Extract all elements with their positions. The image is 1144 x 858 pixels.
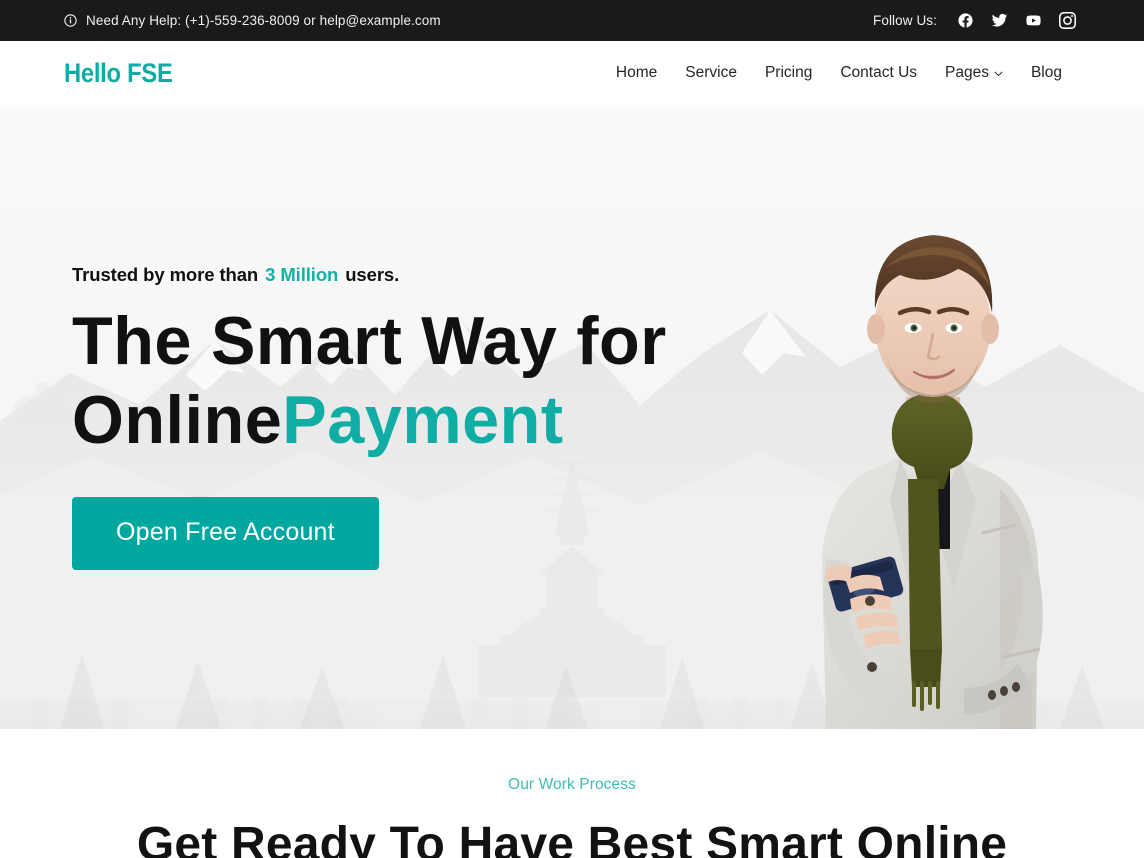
work-process-section: Our Work Process Get Ready To Have Best … bbox=[0, 729, 1144, 858]
nav-label: Blog bbox=[1030, 64, 1062, 81]
twitter-icon[interactable] bbox=[991, 12, 1008, 29]
help-contact: Need Any Help: (+1)-559-236-8009 or help… bbox=[64, 13, 441, 28]
hero-section: Trusted by more than 3 Million users. The … bbox=[0, 105, 1144, 729]
hero-content: Trusted by more than 3 Million users. The … bbox=[0, 105, 1144, 729]
nav-item-pricing[interactable]: Pricing bbox=[751, 58, 826, 88]
top-bar: Need Any Help: (+1)-559-236-8009 or help… bbox=[0, 0, 1144, 41]
hero-eyebrow-before: Trusted by more than bbox=[72, 264, 259, 285]
facebook-icon[interactable] bbox=[957, 12, 974, 29]
hero-headline-line2: OnlinePayment bbox=[72, 381, 1123, 460]
hero-headline: The Smart Way for OnlinePayment bbox=[72, 302, 1123, 460]
nav-label: Service bbox=[685, 64, 737, 81]
instagram-icon[interactable] bbox=[1059, 12, 1076, 29]
nav-label: Home bbox=[615, 64, 658, 81]
follow-us-group: Follow Us: bbox=[873, 12, 1076, 29]
hero-eyebrow-after: users. bbox=[345, 264, 400, 285]
open-free-account-button[interactable]: Open Free Account bbox=[72, 497, 379, 570]
nav-item-blog[interactable]: Blog bbox=[1017, 58, 1076, 88]
main-navigation: Home Service Pricing Contact Us Pages Bl… bbox=[602, 58, 1076, 88]
hero-eyebrow-accent: 3 Million bbox=[265, 264, 339, 285]
process-title: Get Ready To Have Best Smart Online bbox=[136, 818, 1008, 858]
site-header: Hello FSE Home Service Pricing Contact U… bbox=[0, 41, 1144, 105]
nav-item-pages[interactable]: Pages bbox=[931, 58, 1017, 88]
hero-headline-plain: Online bbox=[72, 382, 283, 458]
hero-headline-line1: The Smart Way for bbox=[72, 303, 667, 379]
hero-eyebrow: Trusted by more than 3 Million users. bbox=[72, 264, 1144, 286]
nav-item-service[interactable]: Service bbox=[671, 58, 751, 88]
follow-us-label: Follow Us: bbox=[872, 13, 937, 28]
chevron-down-icon bbox=[994, 69, 1003, 77]
nav-label: Pricing bbox=[764, 64, 813, 81]
info-circle-icon bbox=[64, 14, 77, 27]
help-text: Need Any Help: (+1)-559-236-8009 or help… bbox=[86, 13, 441, 28]
site-logo[interactable]: Hello FSE bbox=[64, 58, 173, 89]
nav-label: Contact Us bbox=[840, 64, 918, 81]
hero-headline-accent: Payment bbox=[282, 382, 564, 458]
nav-item-contact-us[interactable]: Contact Us bbox=[826, 58, 931, 88]
nav-label: Pages bbox=[945, 64, 989, 81]
social-links bbox=[957, 12, 1076, 29]
nav-item-home[interactable]: Home bbox=[602, 58, 671, 88]
process-eyebrow: Our Work Process bbox=[508, 776, 636, 793]
youtube-icon[interactable] bbox=[1025, 12, 1042, 29]
